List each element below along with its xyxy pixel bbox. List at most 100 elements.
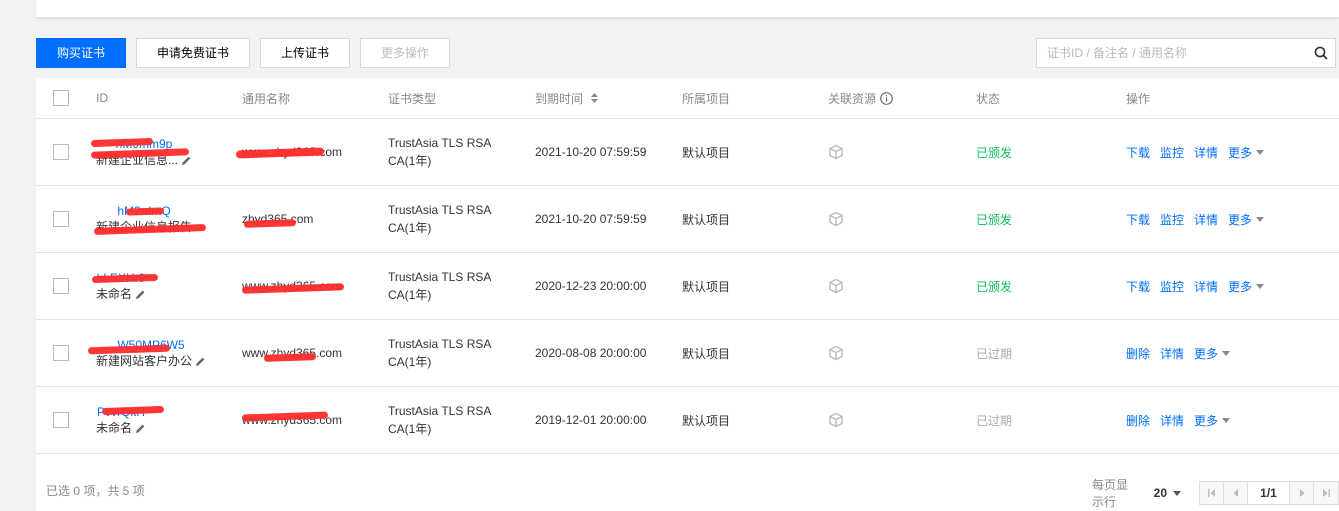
- row-actions: 下载 监控 详情 更多: [1126, 186, 1265, 252]
- cert-table: ID 通用名称 证书类型 到期时间 所属项目 关联资源 状态 操作 hM9mm9…: [36, 78, 1339, 511]
- download-link[interactable]: 下载: [1126, 211, 1150, 228]
- header-expire-label: 到期时间: [535, 91, 584, 106]
- cert-type-line2: CA(1年): [388, 422, 432, 436]
- next-page-icon[interactable]: [1290, 482, 1314, 504]
- resource-cube-icon: [828, 119, 844, 185]
- toolbar: 购买证书 申请免费证书 上传证书 更多操作: [36, 38, 451, 68]
- more-label: 更多: [1194, 346, 1219, 361]
- search-input[interactable]: [1037, 39, 1307, 67]
- more-dropdown[interactable]: 更多: [1228, 144, 1265, 161]
- note-text: 新建网站客户办公: [96, 354, 193, 368]
- row-actions: 删除 详情 更多: [1126, 320, 1231, 386]
- table-row: hM9mm9p 新建企业信息... www.zhyd365.com TrustA…: [36, 119, 1339, 186]
- row-actions: 删除 详情 更多: [1126, 387, 1231, 453]
- cert-type-line2: CA(1年): [388, 288, 432, 302]
- id-cell: hM2rdmQ 新建企业信息报告: [96, 186, 192, 252]
- more-dropdown[interactable]: 更多: [1228, 211, 1265, 228]
- cert-type-line2: CA(1年): [388, 221, 432, 235]
- cert-type: TrustAsia TLS RSA CA(1年): [388, 387, 491, 453]
- table-footer: 已选 0 项，共 5 项 每页显示行 20 1/1: [36, 470, 1339, 511]
- header-expire[interactable]: 到期时间: [535, 78, 599, 118]
- search-box: [1036, 38, 1336, 68]
- table-row: W50MP6W5 新建网站客户办公 www.zhyd365.com TrustA…: [36, 320, 1339, 387]
- header-common-name: 通用名称: [242, 91, 291, 106]
- redaction-mark: [101, 405, 165, 416]
- prev-page-icon[interactable]: [1224, 482, 1248, 504]
- cert-note: 未命名: [96, 286, 146, 302]
- note-text: 未命名: [96, 287, 133, 301]
- caret-down-icon: [1222, 350, 1231, 356]
- cert-note: 未命名: [96, 420, 146, 436]
- cert-type-line1: TrustAsia TLS RSA: [388, 337, 492, 351]
- monitor-link[interactable]: 监控: [1160, 211, 1184, 228]
- upload-cert-button[interactable]: 上传证书: [260, 38, 351, 68]
- expire-time: 2019-12-01 20:00:00: [535, 413, 647, 427]
- delete-link[interactable]: 删除: [1126, 345, 1150, 362]
- header-resource: 关联资源: [828, 78, 893, 118]
- more-dropdown[interactable]: 更多: [1194, 345, 1231, 362]
- last-page-icon[interactable]: [1314, 482, 1338, 504]
- edit-pencil-icon[interactable]: [181, 155, 192, 166]
- detail-link[interactable]: 详情: [1194, 144, 1218, 161]
- select-all-checkbox[interactable]: [53, 90, 69, 106]
- row-checkbox[interactable]: [53, 412, 69, 428]
- delete-link[interactable]: 删除: [1126, 412, 1150, 429]
- row-checkbox[interactable]: [53, 144, 69, 160]
- monitor-link[interactable]: 监控: [1160, 144, 1184, 161]
- detail-link[interactable]: 详情: [1194, 278, 1218, 295]
- header-cert-type: 证书类型: [388, 91, 437, 106]
- download-link[interactable]: 下载: [1126, 278, 1150, 295]
- cert-type: TrustAsia TLS RSA CA(1年): [388, 119, 491, 185]
- monitor-link[interactable]: 监控: [1160, 278, 1184, 295]
- status-badge: 已颁发: [976, 145, 1013, 160]
- resource-cube-icon: [828, 253, 844, 319]
- cert-type-line2: CA(1年): [388, 355, 432, 369]
- first-page-icon[interactable]: [1200, 482, 1224, 504]
- row-checkbox[interactable]: [53, 278, 69, 294]
- resource-cube-icon: [828, 387, 844, 453]
- edit-pencil-icon[interactable]: [135, 289, 146, 300]
- search-icon[interactable]: [1307, 39, 1335, 67]
- caret-down-icon: [1222, 417, 1231, 423]
- row-checkbox[interactable]: [53, 345, 69, 361]
- id-cell: PvvrQkH 未命名: [96, 387, 146, 453]
- info-icon[interactable]: [880, 91, 893, 105]
- table-header: ID 通用名称 证书类型 到期时间 所属项目 关联资源 状态 操作: [36, 78, 1339, 119]
- cert-type: TrustAsia TLS RSA CA(1年): [388, 186, 491, 252]
- more-ops-button[interactable]: 更多操作: [360, 38, 451, 68]
- table-row: hLEXHr9 未命名 www.zhyd365.com TrustAsia TL…: [36, 253, 1339, 320]
- caret-down-icon: [1256, 283, 1265, 289]
- more-dropdown[interactable]: 更多: [1194, 412, 1231, 429]
- expire-time: 2021-10-20 07:59:59: [535, 212, 647, 226]
- apply-free-cert-button[interactable]: 申请免费证书: [136, 38, 251, 68]
- cert-type-line1: TrustAsia TLS RSA: [388, 136, 492, 150]
- edit-pencil-icon[interactable]: [195, 356, 206, 367]
- expire-time: 2020-12-23 20:00:00: [535, 279, 647, 293]
- row-checkbox[interactable]: [53, 211, 69, 227]
- caret-down-icon: [1173, 490, 1181, 496]
- more-label: 更多: [1228, 212, 1253, 227]
- project: 默认项目: [682, 212, 731, 227]
- project: 默认项目: [682, 145, 731, 160]
- selection-count: 已选 0 项，共 5 项: [46, 484, 145, 498]
- resource-cube-icon: [828, 320, 844, 386]
- download-link[interactable]: 下载: [1126, 144, 1150, 161]
- edit-pencil-icon[interactable]: [135, 423, 146, 434]
- detail-link[interactable]: 详情: [1160, 345, 1184, 362]
- header-project: 所属项目: [682, 91, 731, 106]
- per-page-value: 20: [1153, 486, 1167, 500]
- table-row: PvvrQkH 未命名 www.zhyd365.com TrustAsia TL…: [36, 387, 1339, 454]
- detail-link[interactable]: 详情: [1160, 412, 1184, 429]
- project: 默认项目: [682, 279, 731, 294]
- more-label: 更多: [1194, 413, 1219, 428]
- status-badge: 已过期: [976, 413, 1013, 428]
- per-page-select[interactable]: 20: [1154, 486, 1181, 500]
- pagination: 每页显示行 20 1/1: [1092, 476, 1339, 510]
- id-cell: hLEXHr9 未命名: [96, 253, 146, 319]
- header-id: ID: [96, 91, 108, 105]
- row-actions: 下载 监控 详情 更多: [1126, 253, 1265, 319]
- sort-icon[interactable]: [591, 93, 599, 103]
- detail-link[interactable]: 详情: [1194, 211, 1218, 228]
- more-dropdown[interactable]: 更多: [1228, 278, 1265, 295]
- buy-cert-button[interactable]: 购买证书: [36, 38, 127, 68]
